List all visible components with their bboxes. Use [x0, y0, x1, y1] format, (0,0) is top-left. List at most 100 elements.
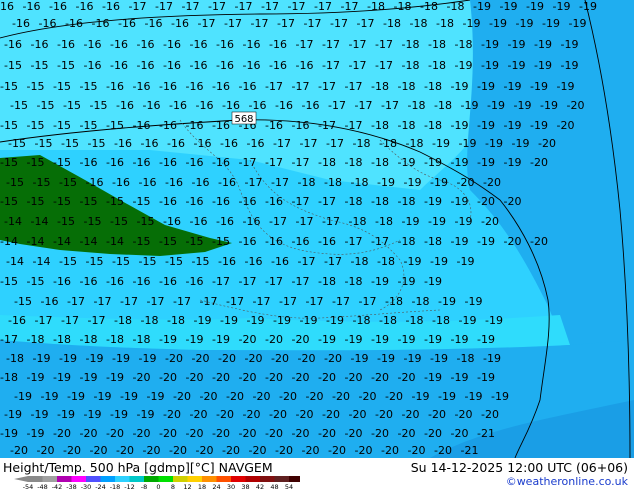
scale-arrow-left — [14, 476, 28, 482]
temp-label: -17 — [371, 235, 389, 248]
scale-tick-label: -42 — [52, 483, 63, 490]
temp-label: -14 — [31, 215, 49, 228]
scale-swatch — [260, 476, 275, 482]
scale-swatch — [100, 476, 115, 482]
temp-label: -16 — [243, 59, 261, 72]
temp-label: -15 — [8, 137, 26, 150]
temp-label: -16 — [145, 17, 163, 30]
temp-label: -17 — [318, 119, 336, 132]
temp-label: -19 — [508, 59, 526, 72]
temp-label: -19 — [186, 333, 204, 346]
temp-label: -14 — [27, 235, 45, 248]
temp-label: -16 — [239, 195, 257, 208]
temp-label: -18 — [398, 235, 416, 248]
temp-label: -19 — [451, 371, 469, 384]
temp-label: -19 — [477, 333, 495, 346]
scale-tick-label: 48 — [270, 483, 278, 490]
temp-label: -17 — [322, 59, 340, 72]
temp-label: -18 — [424, 80, 442, 93]
temp-label: -19 — [457, 255, 475, 268]
temp-label: -19 — [504, 80, 522, 93]
temp-label: -16 — [186, 80, 204, 93]
temp-label: -19 — [27, 371, 45, 384]
temp-label: -17 — [375, 59, 393, 72]
temp-label: -16 — [186, 195, 204, 208]
temp-label: -18 — [367, 0, 385, 13]
temp-label: -15 — [31, 59, 49, 72]
temp-label: -20 — [328, 444, 346, 457]
temp-label: -20 — [451, 427, 469, 440]
temp-label: -20 — [186, 427, 204, 440]
temp-label: -17 — [271, 176, 289, 189]
temp-label: -18 — [428, 59, 446, 72]
temp-label: -16 — [137, 38, 155, 51]
temp-label: -20 — [567, 99, 585, 112]
temp-label: -16 — [220, 137, 238, 150]
temp-label: -19 — [404, 352, 422, 365]
temp-label: -17 — [349, 38, 367, 51]
temp-label: -18 — [377, 255, 395, 268]
temp-label: -16 — [265, 195, 283, 208]
temp-label: -19 — [404, 255, 422, 268]
temp-label: -17 — [357, 17, 375, 30]
color-scale-legend: -54 -48 -42 -38 -30 -24 -18 -12 -8 0 8 12 18 24 30 38 42… — [14, 476, 300, 490]
temp-label: -18 — [383, 17, 401, 30]
temp-label: -19 — [432, 137, 450, 150]
temp-label: -18 — [379, 137, 397, 150]
site-credit[interactable]: ©weatheronline.co.uk — [506, 475, 628, 488]
temp-label: -19 — [514, 99, 532, 112]
temp-label: -18 — [371, 195, 389, 208]
temp-label: -17 — [326, 137, 344, 150]
temp-label: -19 — [377, 176, 395, 189]
temp-label: -16 — [159, 80, 177, 93]
temp-label: -18 — [410, 17, 428, 30]
temp-label: -15 — [88, 137, 106, 150]
scale-swatch — [187, 476, 202, 482]
temp-label: -16 — [247, 137, 265, 150]
temp-label: -15 — [0, 80, 18, 93]
temp-label: -16 — [23, 0, 41, 13]
temp-label: -20 — [159, 427, 177, 440]
temp-label: -16 — [53, 275, 71, 288]
temp-label: -18 — [424, 235, 442, 248]
temp-label: -17 — [359, 295, 377, 308]
temp-label: -16 — [106, 275, 124, 288]
temp-label: -17 — [288, 0, 306, 13]
temp-label: -17 — [235, 0, 253, 13]
temp-label: -18 — [428, 38, 446, 51]
temp-label: -16 — [159, 119, 177, 132]
temp-label: -18 — [80, 333, 98, 346]
temp-label: -20 — [371, 371, 389, 384]
temp-label: -14 — [33, 255, 51, 268]
temp-label: -15 — [59, 255, 77, 268]
temp-label: -16 — [265, 119, 283, 132]
temp-label: -16 — [106, 80, 124, 93]
temp-label: -20 — [322, 408, 340, 421]
temp-label: -17 — [296, 38, 314, 51]
temp-label: -17 — [298, 255, 316, 268]
temp-label: -15 — [0, 156, 18, 169]
temp-label: -19 — [424, 195, 442, 208]
temp-label: -17 — [269, 215, 287, 228]
temp-label: -20 — [332, 390, 350, 403]
temp-label: -18 — [167, 314, 185, 327]
temp-label: -19 — [477, 371, 495, 384]
temp-label: -20 — [424, 427, 442, 440]
temp-label: -19 — [477, 119, 495, 132]
temp-label: -16 — [80, 275, 98, 288]
temp-label: -20 — [192, 352, 210, 365]
scale-tick-label: -38 — [66, 483, 77, 490]
temp-label: -19 — [318, 333, 336, 346]
temp-label: -20 — [455, 408, 473, 421]
temp-label: -15 — [0, 195, 18, 208]
temp-label: -19 — [194, 314, 212, 327]
temp-label: -20 — [37, 444, 55, 457]
temp-label: -19 — [465, 295, 483, 308]
temp-label: -16 — [163, 38, 181, 51]
temp-label: -20 — [345, 427, 363, 440]
temp-label: -18 — [27, 333, 45, 346]
temp-label: -18 — [398, 195, 416, 208]
scale-tick-label: 42 — [256, 483, 264, 490]
temp-label: -20 — [265, 427, 283, 440]
temp-label: -15 — [63, 99, 81, 112]
